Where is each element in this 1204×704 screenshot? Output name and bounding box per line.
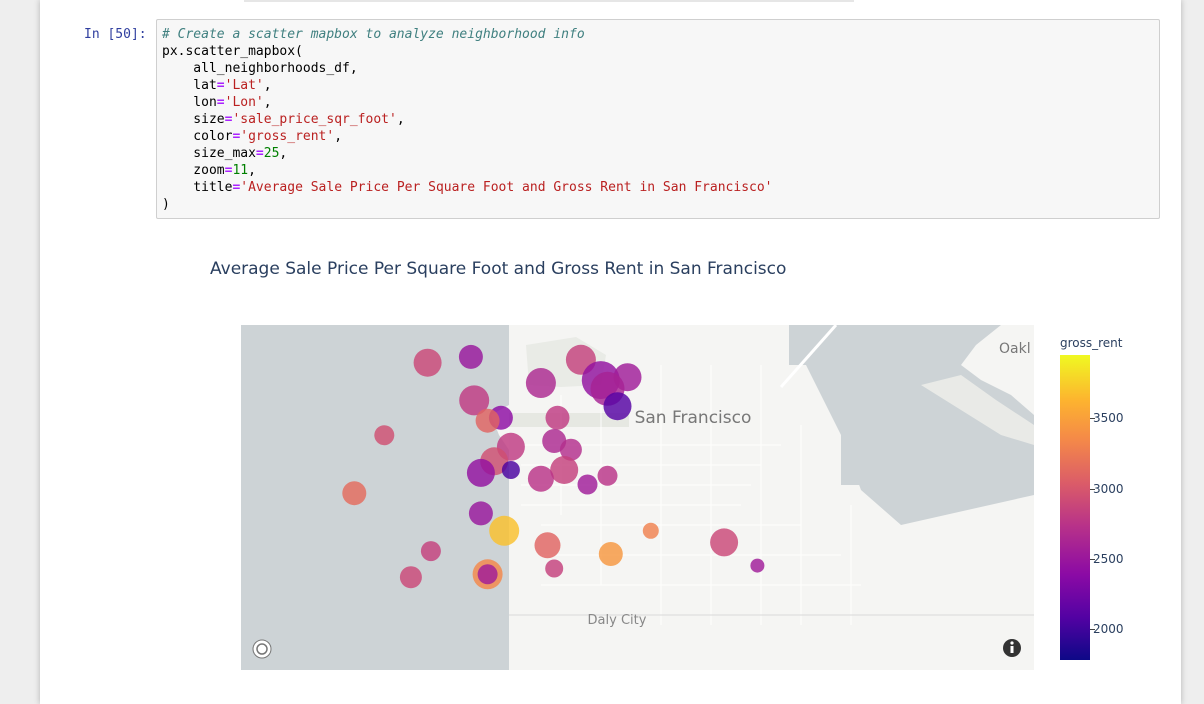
- map-label-san-francisco: San Francisco: [635, 408, 752, 428]
- map-label-daly-city: Daly City: [588, 613, 647, 628]
- scatter-point[interactable]: [475, 408, 500, 433]
- scatter-point[interactable]: [598, 542, 623, 566]
- colorbar-title: gross_rent: [1060, 336, 1123, 350]
- code-line: color='gross_rent',: [162, 129, 343, 144]
- scatter-point[interactable]: [527, 465, 554, 492]
- scatter-point[interactable]: [342, 481, 367, 506]
- code-line: lon='Lon',: [162, 95, 272, 110]
- code-cell-editor[interactable]: # Create a scatter mapbox to analyze nei…: [156, 19, 1160, 219]
- scatter-point[interactable]: [545, 559, 564, 578]
- mapbox-logo-icon[interactable]: [252, 639, 272, 659]
- previous-output-scrollbar[interactable]: [244, 0, 854, 2]
- code-line: ): [162, 197, 170, 212]
- code-line: title='Average Sale Price Per Square Foo…: [162, 180, 773, 195]
- code-line: size_max=25,: [162, 146, 288, 161]
- scatter-point[interactable]: [477, 564, 498, 585]
- scatter-point[interactable]: [534, 532, 561, 559]
- scatter-point[interactable]: [577, 474, 598, 495]
- scatter-point[interactable]: [413, 348, 442, 377]
- scatter-point[interactable]: [597, 465, 618, 486]
- colorbar-label-2500: 2500: [1093, 552, 1124, 566]
- colorbar: [1060, 355, 1090, 660]
- colorbar-label-3000: 3000: [1093, 482, 1124, 496]
- scatter-point[interactable]: [710, 528, 739, 557]
- scatter-point[interactable]: [603, 392, 632, 421]
- chart-title: Average Sale Price Per Square Foot and G…: [210, 259, 787, 279]
- scatter-point[interactable]: [525, 368, 556, 398]
- scatter-point[interactable]: [750, 558, 765, 573]
- code-line: px.scatter_mapbox(: [162, 44, 303, 59]
- scatter-point[interactable]: [468, 501, 493, 526]
- cell-prompt: In [50]:: [84, 27, 147, 42]
- code-line: lat='Lat',: [162, 78, 272, 93]
- scatter-point[interactable]: [489, 515, 520, 546]
- scatter-point[interactable]: [466, 458, 495, 487]
- map-label-oakland: Oakl: [999, 341, 1031, 357]
- scatter-point[interactable]: [399, 566, 422, 589]
- colorbar-label-3500: 3500: [1093, 411, 1124, 425]
- scatter-point[interactable]: [374, 425, 395, 446]
- code-line: all_neighborhoods_df,: [162, 61, 358, 76]
- colorbar-label-2000: 2000: [1093, 622, 1124, 636]
- code-line: # Create a scatter mapbox to analyze nei…: [162, 27, 585, 42]
- notebook-page: In [50]: # Create a scatter mapbox to an…: [40, 0, 1181, 704]
- code-line: size='sale_price_sqr_foot',: [162, 112, 405, 127]
- code-line: zoom=11,: [162, 163, 256, 178]
- scatter-point[interactable]: [550, 456, 579, 484]
- info-icon[interactable]: [1003, 639, 1021, 657]
- scatter-point[interactable]: [642, 522, 659, 539]
- scatter-point[interactable]: [545, 405, 570, 430]
- scatter-point[interactable]: [458, 344, 483, 369]
- scatter-mapbox[interactable]: San Francisco Daly City Oakl: [241, 325, 1034, 670]
- scatter-point[interactable]: [420, 541, 441, 562]
- scatter-point[interactable]: [501, 461, 520, 479]
- code-text[interactable]: # Create a scatter mapbox to analyze nei…: [162, 26, 773, 213]
